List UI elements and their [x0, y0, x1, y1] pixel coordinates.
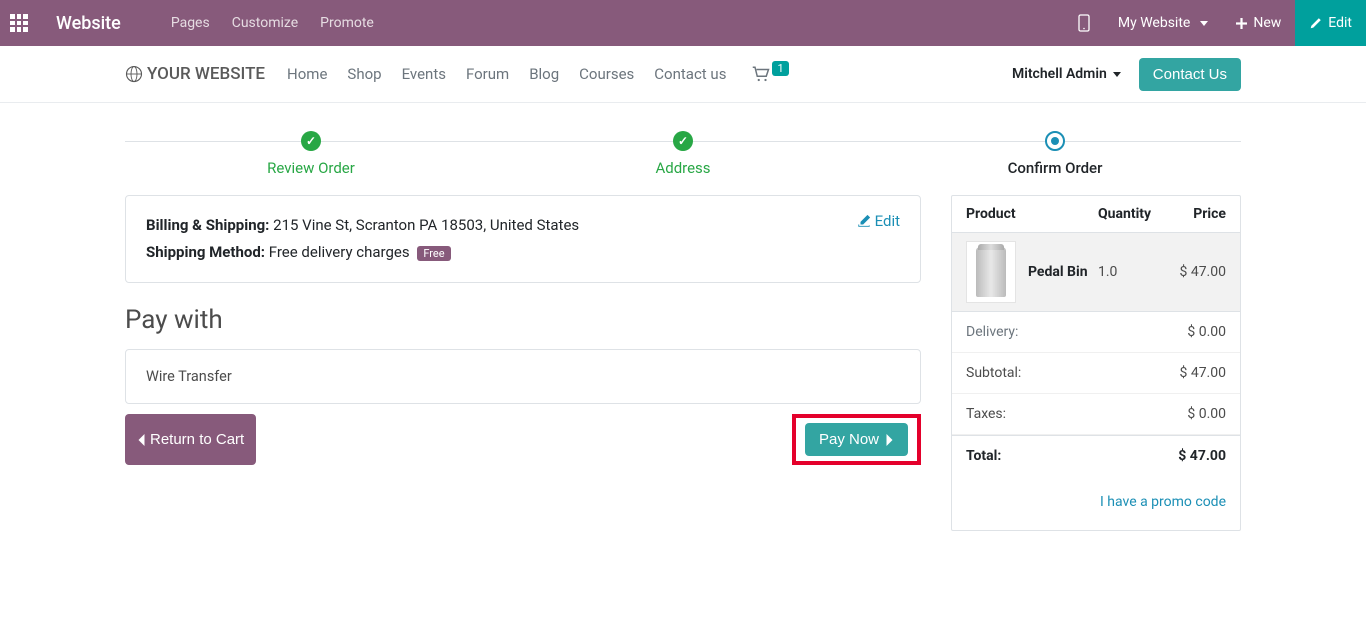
- product-image: [966, 241, 1016, 303]
- left-column: Billing & Shipping: 215 Vine St, Scranto…: [125, 195, 921, 465]
- pencil-square-icon: [857, 214, 871, 228]
- site-menu: Home Shop Events Forum Blog Courses Cont…: [287, 65, 726, 83]
- summary-delivery-row: Delivery: $ 0.00: [952, 312, 1240, 353]
- chevron-down-icon: [1200, 21, 1208, 26]
- check-icon: [301, 131, 321, 151]
- new-button[interactable]: New: [1222, 0, 1295, 46]
- main-row: Billing & Shipping: 215 Vine St, Scranto…: [125, 195, 1241, 531]
- mobile-icon: [1078, 14, 1090, 32]
- summary-taxes-row: Taxes: $ 0.00: [952, 394, 1240, 435]
- pay-now-highlight: Pay Now: [792, 414, 921, 465]
- cart-link[interactable]: 1: [752, 66, 788, 82]
- logo-text: YOUR WEBSITE: [147, 64, 265, 84]
- header-price: Price: [1162, 206, 1226, 222]
- pay-now-button[interactable]: Pay Now: [805, 423, 908, 456]
- topbar-menu-promote[interactable]: Promote: [320, 15, 374, 31]
- taxes-label: Taxes:: [966, 406, 1006, 422]
- app-title: Website: [56, 13, 121, 34]
- return-label: Return to Cart: [150, 431, 244, 448]
- edit-address-link[interactable]: Edit: [857, 212, 900, 230]
- chevron-right-icon: [885, 433, 894, 447]
- step-confirm-order[interactable]: Confirm Order: [869, 131, 1241, 177]
- topbar-menu: Pages Customize Promote: [171, 15, 374, 31]
- promo-code-row: I have a promo code: [952, 476, 1240, 530]
- cart-count-badge: 1: [772, 61, 788, 76]
- topbar-right: My Website New Edit: [1064, 0, 1366, 46]
- main-container: Review Order Address Confirm Order Billi…: [113, 131, 1253, 531]
- total-label: Total:: [966, 448, 1001, 464]
- pencil-icon: [1309, 17, 1322, 30]
- summary-subtotal-row: Subtotal: $ 47.00: [952, 353, 1240, 394]
- topbar-left: Website Pages Customize Promote: [10, 13, 374, 34]
- return-to-cart-button[interactable]: Return to Cart: [125, 414, 256, 465]
- step-label: Address: [497, 159, 869, 177]
- shipping-method: Free delivery charges: [269, 243, 410, 261]
- payment-method-label: Wire Transfer: [146, 368, 232, 385]
- user-dropdown[interactable]: Mitchell Admin: [1012, 66, 1121, 82]
- nav-blog[interactable]: Blog: [529, 65, 559, 83]
- mobile-preview-button[interactable]: [1064, 0, 1104, 46]
- chevron-left-icon: [137, 433, 146, 447]
- free-badge: Free: [417, 246, 450, 261]
- total-value: $ 47.00: [1178, 448, 1226, 464]
- globe-icon: [125, 65, 143, 83]
- edit-label: Edit: [1328, 15, 1352, 31]
- payment-method-wire-transfer[interactable]: Wire Transfer: [125, 349, 921, 404]
- action-row: Return to Cart Pay Now: [125, 414, 921, 465]
- my-website-dropdown[interactable]: My Website: [1104, 0, 1222, 46]
- header-quantity: Quantity: [1098, 206, 1162, 222]
- new-label: New: [1253, 15, 1281, 31]
- product-name: Pedal Bin: [1028, 264, 1098, 280]
- check-icon: [673, 131, 693, 151]
- promo-code-link[interactable]: I have a promo code: [1100, 494, 1226, 510]
- step-review-order[interactable]: Review Order: [125, 131, 497, 177]
- radio-active-icon: [1045, 131, 1065, 151]
- nav-courses[interactable]: Courses: [579, 65, 634, 83]
- sitebar-right: Mitchell Admin Contact Us: [1012, 58, 1241, 91]
- delivery-label: Delivery:: [966, 324, 1018, 340]
- order-summary: Product Quantity Price Pedal Bin 1.0 $ 4…: [951, 195, 1241, 531]
- topbar-menu-pages[interactable]: Pages: [171, 15, 210, 31]
- pedal-bin-icon: [976, 247, 1006, 297]
- header-product: Product: [966, 206, 1098, 222]
- nav-events[interactable]: Events: [402, 65, 446, 83]
- nav-contact-us[interactable]: Contact us: [654, 65, 726, 83]
- summary-header: Product Quantity Price: [952, 196, 1240, 233]
- apps-icon[interactable]: [10, 14, 28, 32]
- subtotal-label: Subtotal:: [966, 365, 1021, 381]
- site-logo[interactable]: YOUR WEBSITE: [125, 64, 265, 84]
- shipping-method-label: Shipping Method:: [146, 243, 265, 261]
- app-topbar: Website Pages Customize Promote My Websi…: [0, 0, 1366, 46]
- site-navbar: YOUR WEBSITE Home Shop Events Forum Blog…: [0, 46, 1366, 103]
- edit-link-label: Edit: [875, 212, 900, 230]
- cart-icon: [752, 66, 770, 82]
- chevron-down-icon: [1113, 72, 1121, 77]
- pay-now-label: Pay Now: [819, 431, 879, 448]
- topbar-menu-customize[interactable]: Customize: [232, 15, 298, 31]
- summary-total-row: Total: $ 47.00: [952, 435, 1240, 476]
- taxes-value: $ 0.00: [1187, 406, 1226, 422]
- step-address[interactable]: Address: [497, 131, 869, 177]
- checkout-steps: Review Order Address Confirm Order: [125, 131, 1241, 177]
- my-website-label: My Website: [1118, 15, 1190, 31]
- step-label: Review Order: [125, 159, 497, 177]
- pay-with-heading: Pay with: [125, 305, 921, 335]
- product-qty: 1.0: [1098, 264, 1162, 280]
- nav-shop[interactable]: Shop: [347, 65, 381, 83]
- edit-button[interactable]: Edit: [1295, 0, 1366, 46]
- billing-panel: Billing & Shipping: 215 Vine St, Scranto…: [125, 195, 921, 283]
- nav-home[interactable]: Home: [287, 65, 327, 83]
- summary-product-row: Pedal Bin 1.0 $ 47.00: [952, 233, 1240, 312]
- delivery-value: $ 0.00: [1187, 324, 1226, 340]
- billing-address: 215 Vine St, Scranton PA 18503, United S…: [273, 216, 579, 234]
- billing-text: Billing & Shipping: 215 Vine St, Scranto…: [146, 212, 579, 266]
- product-price: $ 47.00: [1162, 264, 1226, 280]
- billing-label: Billing & Shipping:: [146, 216, 269, 234]
- plus-icon: [1236, 18, 1247, 29]
- contact-us-button[interactable]: Contact Us: [1139, 58, 1241, 91]
- step-label: Confirm Order: [869, 159, 1241, 177]
- user-name: Mitchell Admin: [1012, 66, 1107, 82]
- subtotal-value: $ 47.00: [1179, 365, 1226, 381]
- nav-forum[interactable]: Forum: [466, 65, 509, 83]
